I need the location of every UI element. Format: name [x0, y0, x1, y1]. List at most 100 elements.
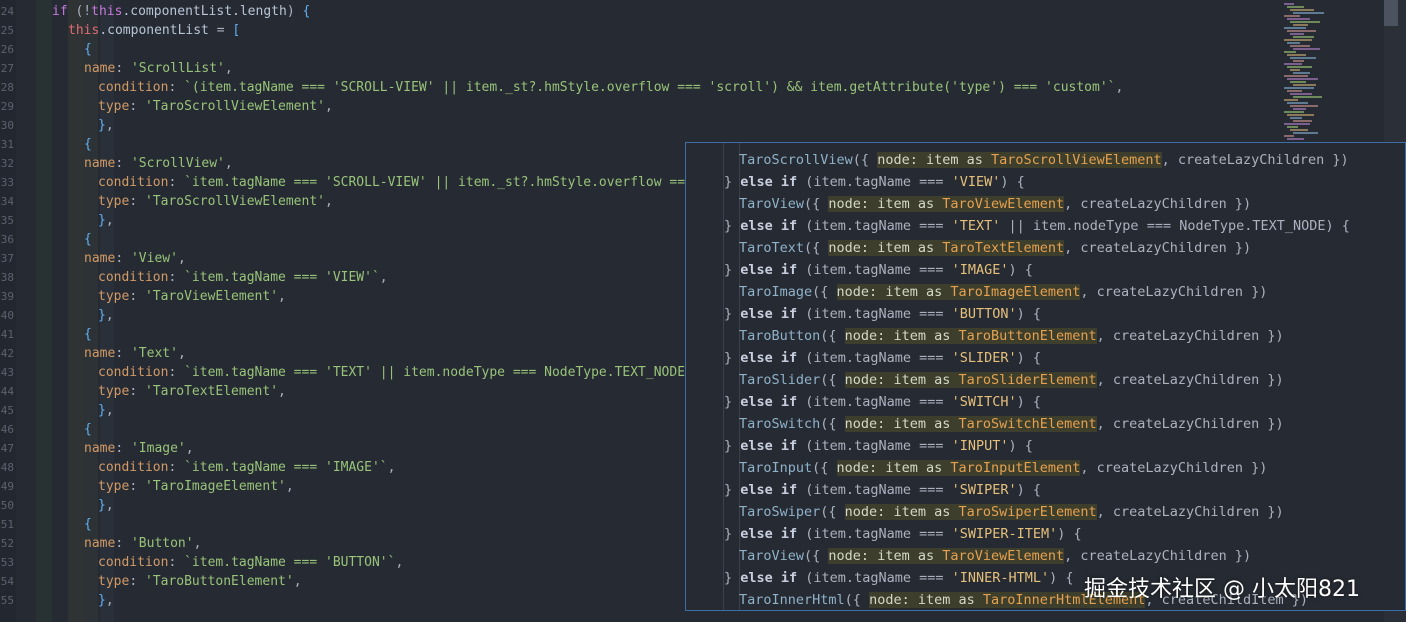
code-token: `item.tagName === 'VIEW'` [184, 270, 380, 285]
code-token: : [168, 175, 185, 190]
code-token: TaroViewElement [942, 548, 1065, 564]
code-token: ) [286, 4, 303, 19]
popup-code-line: } else if (item.tagName === 'IMAGE') { [724, 259, 1033, 281]
code-token: else if [740, 482, 806, 498]
popup-code-line: } else if (item.tagName === 'SWITCH') { [724, 391, 1041, 413]
code-token: `(item.tagName === 'SCROLL-VIEW' || item… [184, 80, 1116, 95]
code-token: , [293, 574, 302, 589]
peek-definition-popup[interactable]: TaroScrollView({ node: item as TaroScrol… [685, 142, 1406, 611]
popup-code-line: } else if (item.tagName === 'SWIPER') { [724, 479, 1041, 501]
minimap-line [1293, 108, 1306, 110]
code-token: name [84, 441, 116, 456]
popup-code-line: TaroButton({ node: item as TaroButtonEle… [739, 325, 1284, 347]
minimap-line [1290, 33, 1304, 35]
code-token: TaroView [739, 548, 805, 564]
code-token: ({ [852, 152, 878, 168]
code-line[interactable]: 29 type: 'TaroScrollViewElement', [1, 97, 1280, 116]
code-token: `item.tagName === 'IMAGE'` [184, 460, 388, 475]
code-token: name [84, 536, 116, 551]
code-line[interactable]: 24 if (!this.componentList.length) { [1, 2, 1280, 21]
scrollbar-thumb[interactable] [1384, 0, 1398, 26]
minimap-line [1293, 48, 1320, 50]
code-token: : [115, 346, 131, 361]
minimap-line [1290, 21, 1320, 23]
code-token: , createLazyChildren }) [1064, 196, 1252, 212]
line-number: 54 [0, 575, 14, 588]
code-token: node: item as [844, 372, 959, 388]
code-token: else if [740, 306, 806, 322]
code-token: TaroSlider [739, 372, 821, 388]
code-token: 'SLIDER' [951, 350, 1017, 366]
code-token: } [724, 438, 741, 454]
code-token: , createLazyChildren }) [1096, 328, 1284, 344]
line-number: 55 [0, 594, 14, 607]
line-number: 35 [0, 214, 14, 227]
code-token: 'ScrollView' [130, 156, 225, 171]
code-token: , createLazyChildren }) [1096, 416, 1284, 432]
line-number: 27 [0, 62, 14, 75]
popup-code-line: TaroSwitch({ node: item as TaroSwitchEle… [739, 413, 1284, 435]
code-line[interactable]: 30}, [1, 116, 1280, 135]
minimap-line [1284, 87, 1314, 89]
line-number: 34 [0, 195, 14, 208]
minimap-line [1287, 66, 1312, 68]
code-token: 'TaroTextElement' [144, 384, 279, 399]
popup-code-line: } else if (item.tagName === 'TEXT' || it… [724, 215, 1350, 237]
code-line[interactable]: 27 name: 'ScrollList', [1, 59, 1280, 78]
code-token: .componentList.length [122, 4, 287, 19]
popup-code-line: TaroImage({ node: item as TaroImageEleme… [739, 281, 1267, 303]
code-token: else if [740, 350, 806, 366]
code-token: ({ [812, 284, 837, 300]
code-token: (item.tagName === [805, 526, 952, 542]
minimap-line [1287, 42, 1300, 44]
code-token: , [395, 555, 404, 570]
code-token: } [98, 213, 106, 228]
code-line[interactable]: 26 { [1, 40, 1280, 59]
code-text: condition: `item.tagName === 'VIEW'`, [98, 268, 388, 287]
code-token: else if [740, 174, 806, 190]
code-token: } [724, 174, 741, 190]
line-number: 44 [0, 385, 14, 398]
code-text: condition: `item.tagName === 'BUTTON'`, [98, 553, 403, 572]
line-number: 43 [0, 366, 14, 379]
code-token: condition [98, 460, 169, 475]
minimap-line [1287, 30, 1316, 32]
code-text: name: 'View', [84, 249, 186, 268]
code-token: condition [98, 365, 169, 380]
code-token: ({ [812, 460, 837, 476]
code-token: 'SWIPER' [951, 482, 1017, 498]
code-token: , [387, 460, 396, 475]
code-token: type [98, 289, 130, 304]
code-token: name [84, 251, 116, 266]
code-token: , [224, 156, 233, 171]
code-token: TaroTextElement [942, 240, 1065, 256]
code-token: : [115, 251, 131, 266]
code-text: name: 'ScrollView', [84, 154, 233, 173]
minimap-line [1284, 51, 1296, 53]
code-token: else if [740, 262, 806, 278]
minimap-line [1290, 57, 1316, 59]
minimap-line [1290, 81, 1306, 83]
code-token: node: item as [828, 240, 943, 256]
code-token: TaroInputElement [950, 460, 1081, 476]
minimap-line [1290, 9, 1314, 11]
code-text: type: 'TaroScrollViewElement', [98, 97, 333, 116]
code-token: : [168, 365, 185, 380]
code-token: TaroScrollView [739, 152, 853, 168]
code-text: condition: `item.tagName === 'TEXT' || i… [98, 363, 685, 382]
code-token: ) { [1000, 174, 1025, 190]
code-token: node: item as [836, 460, 951, 476]
minimap-line [1293, 12, 1324, 14]
code-token: TaroImageElement [950, 284, 1081, 300]
minimap-line [1293, 72, 1310, 74]
line-number: 38 [0, 271, 14, 284]
code-token: 'TaroImageElement' [144, 479, 286, 494]
code-token: type [98, 384, 130, 399]
code-line[interactable]: 25 this.componentList = [ [1, 21, 1280, 40]
code-token: TaroView [739, 196, 805, 212]
code-token: [ [232, 23, 241, 38]
popup-code-line: } else if (item.tagName === 'INPUT') { [724, 435, 1033, 457]
code-token: node: item as [844, 328, 959, 344]
minimap-line [1284, 3, 1294, 5]
code-line[interactable]: 28 condition: `(item.tagName === 'SCROLL-… [1, 78, 1280, 97]
